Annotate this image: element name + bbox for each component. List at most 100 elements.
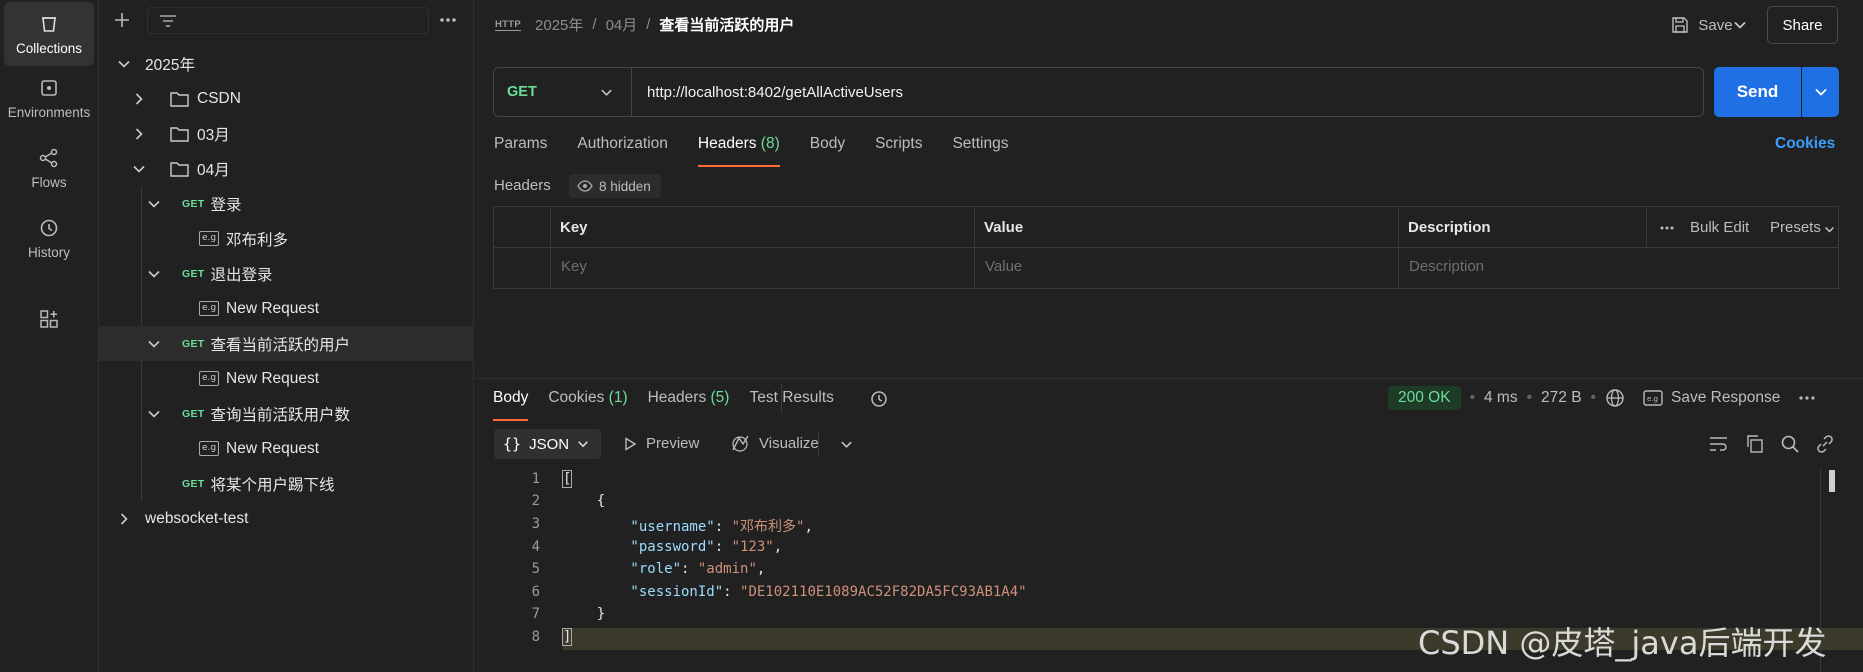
- url-input[interactable]: http://localhost:8402/getAllActiveUsers: [632, 84, 903, 101]
- tab-label: Headers: [697, 135, 757, 152]
- presets-dropdown[interactable]: Presets: [1770, 219, 1821, 236]
- search-icon[interactable]: [1780, 434, 1800, 454]
- pane-divider[interactable]: [475, 378, 1863, 379]
- resp-tab-headers[interactable]: Headers (5): [648, 389, 730, 419]
- chevron-down-icon: [578, 441, 588, 448]
- rail-collections[interactable]: Collections: [4, 2, 94, 66]
- method-select[interactable]: GET: [494, 68, 632, 116]
- tree-root-folder[interactable]: 2025年: [99, 46, 474, 81]
- page-title[interactable]: 查看当前活跃的用户: [659, 14, 794, 35]
- environments-icon: [41, 79, 57, 96]
- cookies-link[interactable]: Cookies: [1775, 135, 1835, 153]
- watermark: CSDN @皮塔_java后端开发: [1418, 624, 1827, 662]
- response-time[interactable]: 4 ms: [1484, 389, 1518, 407]
- more-icon[interactable]: [1798, 395, 1816, 401]
- rail-flows[interactable]: Flows: [4, 136, 94, 200]
- chevron-down-icon: [601, 89, 612, 96]
- column-header: Key: [560, 219, 588, 236]
- breadcrumb-item[interactable]: 04月: [606, 14, 638, 35]
- tree-folder-04[interactable]: 04月: [99, 151, 474, 186]
- resp-tab-body[interactable]: Body: [493, 389, 529, 421]
- code-line: }: [563, 606, 606, 622]
- chevron-right-icon: [135, 128, 143, 140]
- save-response-button[interactable]: e.g Save Response: [1643, 389, 1780, 407]
- tree-example[interactable]: e.g New Request: [99, 431, 474, 466]
- headers-section-title: Headers: [494, 177, 551, 194]
- collections-icon: [42, 16, 56, 32]
- value-input[interactable]: Value: [985, 258, 1022, 275]
- tree-example[interactable]: e.g New Request: [99, 361, 474, 396]
- key-input[interactable]: Key: [561, 258, 587, 275]
- save-response-icon: e.g: [1643, 390, 1663, 406]
- format-dropdown[interactable]: {} JSON: [494, 429, 601, 459]
- tree-folder-csdn[interactable]: CSDN: [99, 81, 474, 116]
- chevron-down-icon[interactable]: [1733, 18, 1747, 32]
- bulk-edit-button[interactable]: Bulk Edit: [1690, 219, 1749, 236]
- breadcrumb-item[interactable]: 2025年: [535, 14, 583, 35]
- send-button[interactable]: Send: [1714, 67, 1801, 117]
- example-icon: e.g: [199, 371, 219, 386]
- tree-label: 03月: [197, 126, 230, 144]
- tab-body[interactable]: Body: [810, 135, 845, 165]
- tree-example[interactable]: e.g 邓布利多: [99, 221, 474, 256]
- tree-label: 登录: [210, 196, 242, 214]
- rail-label: History: [27, 244, 70, 260]
- chevron-down-icon: [1814, 88, 1827, 96]
- response-size[interactable]: 272 B: [1541, 389, 1582, 407]
- tree-request-count[interactable]: GET 查询当前活跃用户数: [99, 396, 474, 431]
- tab-settings[interactable]: Settings: [952, 135, 1008, 165]
- code-line: "role": "admin",: [563, 561, 766, 577]
- save-icon: [1672, 17, 1689, 33]
- method-badge: GET: [182, 477, 205, 490]
- code-line: {: [563, 493, 606, 509]
- tab-label: Cookies: [548, 389, 605, 406]
- tree-request-kick[interactable]: GET 将某个用户踢下线: [99, 466, 474, 501]
- code-line: [: [561, 470, 573, 488]
- tree-folder-03[interactable]: 03月: [99, 116, 474, 151]
- resp-tab-cookies[interactable]: Cookies (1): [548, 389, 627, 419]
- more-icon[interactable]: [439, 13, 457, 27]
- plus-icon[interactable]: [113, 11, 131, 29]
- example-icon: e.g: [199, 231, 219, 246]
- tree-request-active-users[interactable]: GET 查看当前活跃的用户: [99, 326, 474, 361]
- url-bar: GET http://localhost:8402/getAllActiveUs…: [493, 67, 1704, 117]
- rail-label: Collections: [15, 40, 83, 56]
- hidden-headers-toggle[interactable]: 8 hidden: [569, 174, 661, 198]
- tree-search-input[interactable]: [147, 7, 429, 34]
- add-apps-icon[interactable]: [38, 308, 60, 330]
- description-input[interactable]: Description: [1409, 258, 1484, 275]
- tree-request-logout[interactable]: GET 退出登录: [99, 256, 474, 291]
- filter-icon: [160, 15, 176, 27]
- tree-collection-websocket[interactable]: websocket-test: [99, 501, 474, 536]
- chevron-down-icon: [133, 165, 145, 173]
- globe-icon[interactable]: [1605, 388, 1625, 408]
- tab-headers[interactable]: Headers (8): [697, 135, 780, 167]
- chevron-down-icon: [148, 200, 160, 208]
- chevron-down-icon: [148, 270, 160, 278]
- share-button[interactable]: Share: [1767, 6, 1838, 44]
- wrap-lines-icon[interactable]: [1708, 434, 1729, 454]
- more-icon[interactable]: [1659, 225, 1675, 231]
- tree-label: 2025年: [145, 56, 195, 74]
- history-icon[interactable]: [869, 389, 889, 409]
- resp-tab-tests[interactable]: Test Results: [749, 389, 833, 419]
- tab-params[interactable]: Params: [494, 135, 547, 165]
- copy-icon[interactable]: [1745, 434, 1764, 454]
- response-tabs: Body Cookies (1) Headers (5) Test Result…: [493, 389, 854, 421]
- tab-scripts[interactable]: Scripts: [875, 135, 922, 165]
- tab-authorization[interactable]: Authorization: [577, 135, 667, 165]
- chevron-down-icon[interactable]: [840, 438, 853, 451]
- tree-label: websocket-test: [145, 509, 249, 527]
- rail-history[interactable]: History: [4, 206, 94, 270]
- tree-example[interactable]: e.g New Request: [99, 291, 474, 326]
- link-icon[interactable]: [1815, 434, 1835, 454]
- http-icon: HTTP: [495, 18, 522, 31]
- preview-button[interactable]: Preview: [623, 435, 699, 452]
- rail-environments[interactable]: Environments: [4, 66, 94, 130]
- send-options-button[interactable]: [1802, 67, 1839, 117]
- status-badge[interactable]: 200 OK: [1388, 386, 1461, 410]
- tab-count: (5): [710, 389, 730, 406]
- scrollbar[interactable]: [1829, 470, 1835, 492]
- visualize-button[interactable]: Visualize: [731, 434, 819, 452]
- tree-request-login[interactable]: GET 登录: [99, 186, 474, 221]
